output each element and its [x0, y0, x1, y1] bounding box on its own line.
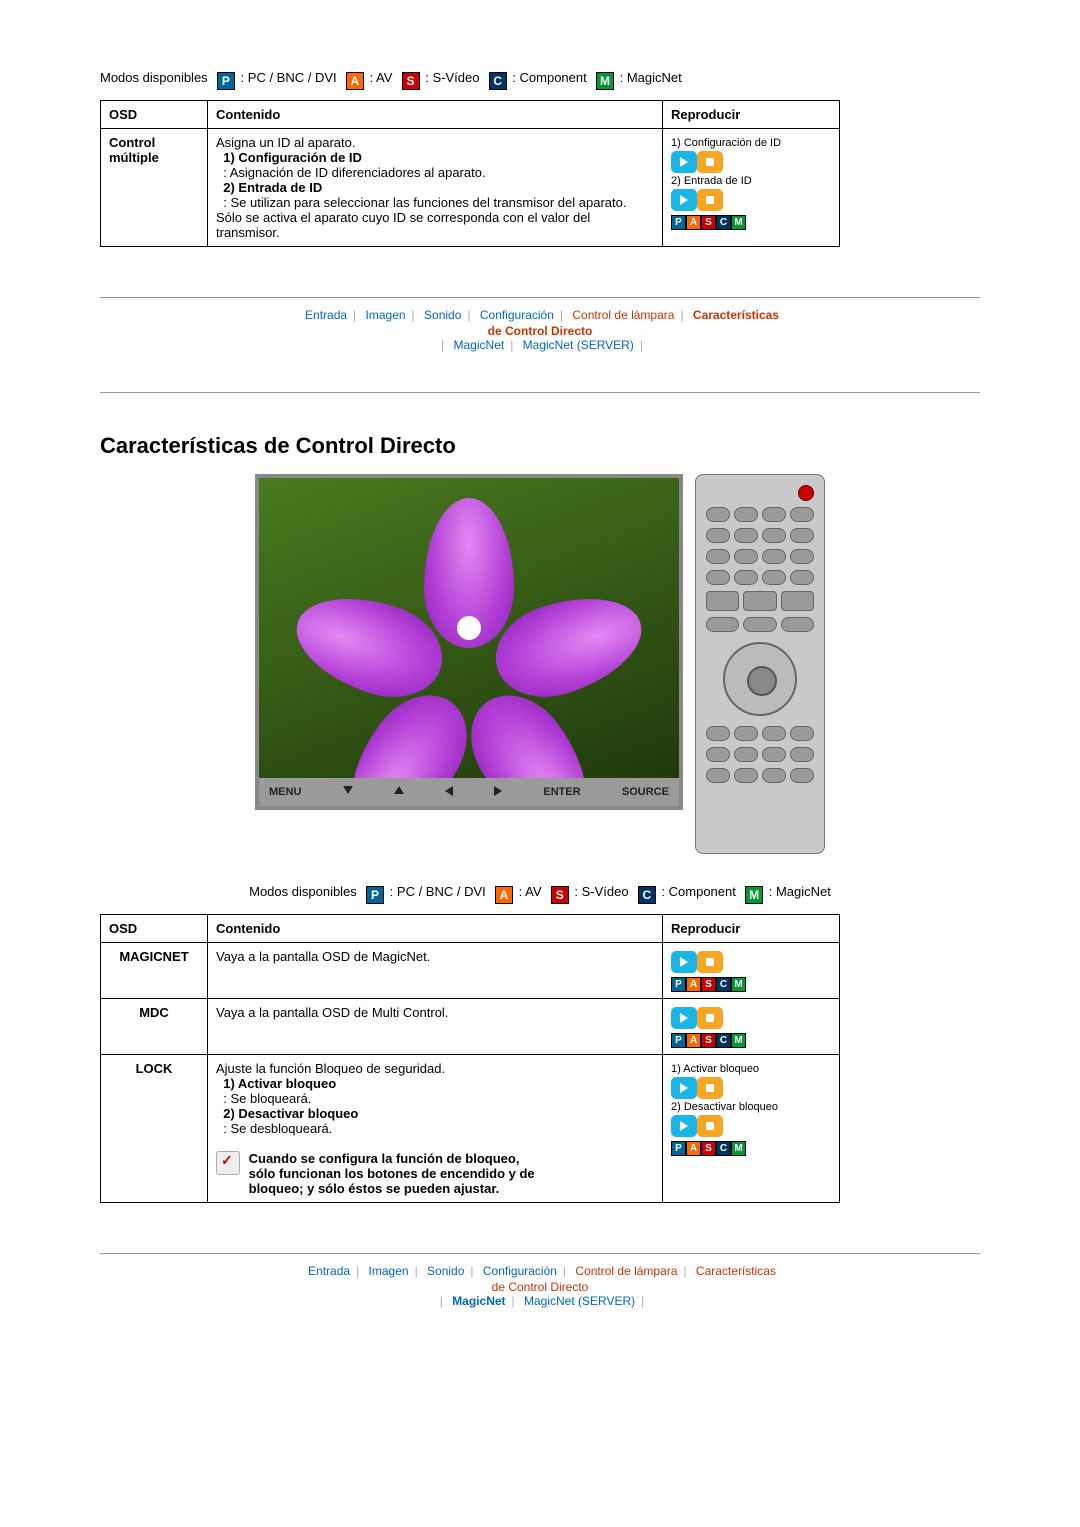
th-play: Reproducir: [663, 101, 840, 129]
row-osd-mdc: MDC: [139, 1005, 169, 1020]
nav-imagen[interactable]: Imagen: [369, 1264, 409, 1278]
play-icon[interactable]: [671, 1115, 697, 1137]
badge-s-icon: S: [402, 72, 420, 90]
row-osd-lock: LOCK: [136, 1061, 173, 1076]
play-stop-buttons[interactable]: [671, 189, 831, 211]
stop-icon[interactable]: [697, 1007, 723, 1029]
stop-icon[interactable]: [697, 1077, 723, 1099]
play-stop-buttons[interactable]: [671, 1115, 831, 1137]
tv-button-bar: MENU ENTER SOURCE: [259, 778, 679, 806]
nav-sonido[interactable]: Sonido: [424, 308, 461, 322]
tv-source-button[interactable]: SOURCE: [622, 786, 669, 798]
divider: [100, 297, 980, 298]
play-icon[interactable]: [671, 1077, 697, 1099]
mode-badges: PASCM: [671, 977, 746, 992]
nav-magicnet[interactable]: MagicNet: [452, 1294, 505, 1308]
table-control-multiple: OSD Contenido Reproducir Control múltipl…: [100, 100, 840, 247]
badge-p-icon: P: [217, 72, 235, 90]
stop-icon[interactable]: [697, 951, 723, 973]
play-stop-buttons[interactable]: [671, 951, 831, 973]
th-content: Contenido: [208, 101, 663, 129]
table-row: Control múltiple Asigna un ID al aparato…: [101, 129, 840, 247]
table-direct-control: OSD Contenido Reproducir MAGICNET Vaya a…: [100, 914, 840, 1203]
row-osd: Control múltiple: [109, 135, 159, 165]
nav-configuracion[interactable]: Configuración: [480, 308, 554, 322]
play-stop-buttons[interactable]: [671, 151, 831, 173]
remote-control: [695, 474, 825, 854]
table-row: MDC Vaya a la pantalla OSD de Multi Cont…: [101, 999, 840, 1055]
row-osd-magicnet: MAGICNET: [119, 949, 188, 964]
nav-magicnet-server[interactable]: MagicNet (SERVER): [524, 1294, 635, 1308]
nav-entrada[interactable]: Entrada: [305, 308, 347, 322]
table-row: MAGICNET Vaya a la pantalla OSD de Magic…: [101, 943, 840, 999]
tv-enter-button[interactable]: ENTER: [543, 786, 580, 798]
power-button-icon[interactable]: [798, 485, 814, 501]
badge-c-icon: C: [489, 72, 507, 90]
stop-icon[interactable]: [697, 189, 723, 211]
badge-a-icon: A: [346, 72, 364, 90]
th-play: Reproducir: [663, 915, 840, 943]
hero-illustration: MENU ENTER SOURCE: [100, 474, 980, 854]
table-row: LOCK Ajuste la función Bloqueo de seguri…: [101, 1055, 840, 1203]
nav-sonido[interactable]: Sonido: [427, 1264, 464, 1278]
nav-magicnet-server[interactable]: MagicNet (SERVER): [523, 338, 634, 352]
tv-menu-button[interactable]: MENU: [269, 786, 301, 798]
modes-legend-1: Modos disponibles P : PC / BNC / DVI A :…: [100, 70, 980, 90]
badge-m-icon: M: [596, 72, 614, 90]
note-icon: [216, 1151, 240, 1175]
tv-mockup: MENU ENTER SOURCE: [255, 474, 683, 810]
mode-badges: PASCM: [671, 1033, 746, 1048]
stop-icon[interactable]: [697, 1115, 723, 1137]
th-osd: OSD: [101, 101, 208, 129]
badge-a-icon: A: [495, 886, 513, 904]
note-text: Cuando se configura la función de bloque…: [249, 1151, 549, 1196]
play-icon[interactable]: [671, 151, 697, 173]
badge-m-icon: M: [745, 886, 763, 904]
badge-s-icon: S: [551, 886, 569, 904]
modes-label: Modos disponibles: [100, 70, 208, 85]
nav-lampara[interactable]: Control de lámpara: [575, 1264, 677, 1278]
play-icon[interactable]: [671, 951, 697, 973]
page-title: Características de Control Directo: [100, 433, 980, 459]
down-arrow-icon[interactable]: [343, 786, 353, 794]
play-stop-buttons[interactable]: [671, 1007, 831, 1029]
nav-magicnet[interactable]: MagicNet: [454, 338, 505, 352]
th-content: Contenido: [208, 915, 663, 943]
nav-lampara[interactable]: Control de lámpara: [572, 308, 674, 322]
nav-pad[interactable]: [723, 642, 797, 716]
stop-icon[interactable]: [697, 151, 723, 173]
modes-legend-2: Modos disponibles P : PC / BNC / DVI A :…: [100, 884, 980, 904]
nav-tabs-1: Entrada| Imagen| Sonido| Configuración| …: [100, 308, 980, 352]
nav-imagen[interactable]: Imagen: [366, 308, 406, 322]
badge-p-icon: P: [366, 886, 384, 904]
th-osd: OSD: [101, 915, 208, 943]
right-arrow-icon[interactable]: [494, 786, 502, 796]
nav-entrada[interactable]: Entrada: [308, 1264, 350, 1278]
play-icon[interactable]: [671, 189, 697, 211]
divider: [100, 392, 980, 393]
divider: [100, 1253, 980, 1254]
up-arrow-icon[interactable]: [394, 786, 404, 794]
nav-configuracion[interactable]: Configuración: [483, 1264, 557, 1278]
play-stop-buttons[interactable]: [671, 1077, 831, 1099]
mode-badges: PASCM: [671, 1141, 746, 1156]
badge-c-icon: C: [638, 886, 656, 904]
left-arrow-icon[interactable]: [445, 786, 453, 796]
nav-tabs-2: Entrada| Imagen| Sonido| Configuración| …: [100, 1264, 980, 1308]
play-icon[interactable]: [671, 1007, 697, 1029]
mode-badges: PASCM: [671, 215, 746, 230]
